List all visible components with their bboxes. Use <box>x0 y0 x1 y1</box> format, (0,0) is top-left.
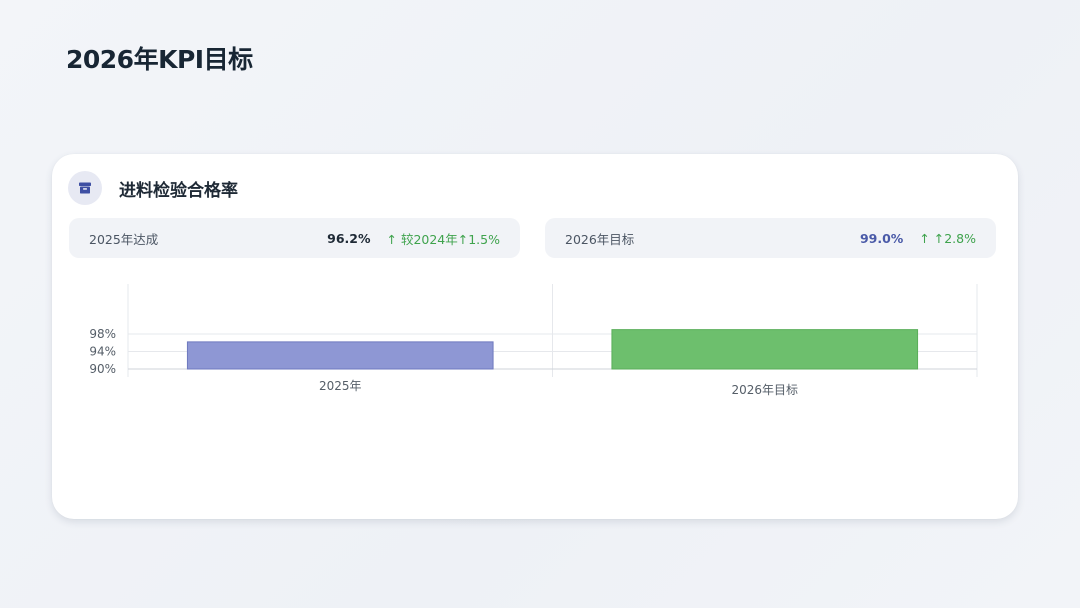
page-title: 2026年KPI目标 <box>66 45 253 74</box>
bar-0 <box>186 341 494 370</box>
bar-1 <box>611 329 919 370</box>
x-tick-label: 2025年 <box>319 379 362 393</box>
y-tick-label: 94% <box>89 345 116 359</box>
x-tick-label: 2026年目标 <box>731 383 798 397</box>
bar-chart: 90% 94% 98% 2025年 2026年目标 <box>89 284 978 397</box>
kpi-card: 进料检验合格率 2025年达成 96.2% ↑ 较2024年↑1.5% 2026… <box>52 154 1018 519</box>
y-tick-label: 90% <box>89 362 116 376</box>
y-tick-label: 98% <box>89 327 116 341</box>
